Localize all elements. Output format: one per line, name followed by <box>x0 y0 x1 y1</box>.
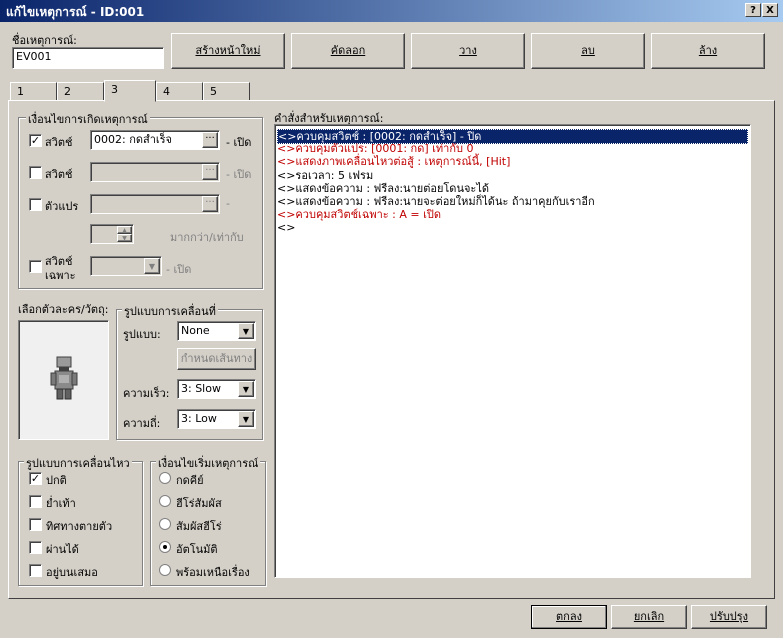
frequency-label: ความถี่: <box>123 417 161 430</box>
variable-suffix: - <box>226 197 230 210</box>
spinner-down-icon: ▼ <box>117 234 132 242</box>
clear-page-button[interactable]: ล้าง <box>651 33 765 69</box>
cancel-label: ยกเลิก <box>633 610 665 623</box>
command-line[interactable]: <>แสดงข้อความ : ฟรีลง:นายต่อยโดนจะได้ <box>277 182 489 195</box>
command-line[interactable]: <>ควบคุมสวิตช์เฉพาะ : A = เปิด <box>277 208 441 221</box>
trigger-radio[interactable] <box>159 541 171 553</box>
movement-type-label: รูปแบบ: <box>123 328 161 341</box>
switch1-field[interactable]: 0002: กดสำเร็จ <box>90 130 220 150</box>
option-label: ย่ำเท้า <box>46 497 76 510</box>
variable-browse-button: ··· <box>202 196 218 212</box>
self-switch-dropdown-icon: ▼ <box>144 258 160 274</box>
apply-button[interactable]: ปรับปรุง <box>691 605 767 629</box>
copy-page-label: คัดลอก <box>330 44 366 57</box>
variable-field <box>90 194 220 214</box>
self-switch-suffix: - เปิด <box>166 263 192 276</box>
switch2-suffix: - เปิด <box>226 168 252 181</box>
tab-2[interactable]: 2 <box>57 82 104 101</box>
event-name-input[interactable]: EV001 <box>12 47 164 69</box>
movement-legend: รูปแบบการเคลื่อนที่ <box>122 302 218 320</box>
trigger-radio[interactable] <box>159 495 171 507</box>
speed-label: ความเร็ว: <box>123 387 170 400</box>
command-line[interactable]: <>แสดงข้อความ : ฟรีลง:นายจะต่อยใหม่ก็ได้… <box>277 195 595 208</box>
delete-page-label: ลบ <box>581 44 595 57</box>
switch1-browse-button[interactable]: ··· <box>202 132 218 148</box>
armored-character-icon <box>50 356 78 400</box>
tab-1[interactable]: 1 <box>10 82 57 101</box>
frequency-dropdown-icon[interactable]: ▼ <box>238 411 254 427</box>
ok-label: ตกลง <box>556 610 582 623</box>
switch2-browse-button: ··· <box>202 164 218 180</box>
option-checkbox[interactable]: ✓ <box>29 472 42 485</box>
switch2-label: สวิตช์ <box>45 168 73 181</box>
trigger-radio[interactable] <box>159 472 171 484</box>
option-label: ปกติ <box>46 474 67 487</box>
apply-label: ปรับปรุง <box>709 610 749 623</box>
options-legend: รูปแบบการเคลื่อนไหว <box>24 454 132 472</box>
clear-page-label: ล้าง <box>698 44 718 57</box>
switch2-checkbox[interactable] <box>29 166 42 179</box>
command-line[interactable]: <>แสดงภาพเคลื่อนไหวต่อสู้ : เหตุการณ์นี้… <box>277 155 510 168</box>
conditions-legend: เงื่อนไขการเกิดเหตุการณ์ <box>26 110 150 128</box>
ok-button[interactable]: ตกลง <box>531 605 607 629</box>
option-checkbox[interactable] <box>29 495 42 508</box>
switch1-label: สวิตช์ <box>45 136 73 149</box>
option-checkbox[interactable] <box>29 541 42 554</box>
copy-page-button[interactable]: คัดลอก <box>291 33 405 69</box>
trigger-label: สัมผัสฮีโร่ <box>176 520 222 533</box>
window-title: แก้ไขเหตุการณ์ - ID:001 <box>6 5 145 19</box>
tab-5[interactable]: 5 <box>203 82 250 101</box>
command-line[interactable]: <>ควบคุมตัวแปร: [0001: กด] เท่ากับ 0 <box>277 142 473 155</box>
tab-3[interactable]: 3 <box>104 80 156 102</box>
switch1-checkbox[interactable]: ✓ <box>29 134 42 147</box>
close-button[interactable]: X <box>762 3 778 17</box>
option-checkbox[interactable] <box>29 518 42 531</box>
graphic-label: เลือกตัวละคร/วัตถุ: <box>18 303 109 316</box>
variable-checkbox[interactable] <box>29 198 42 211</box>
option-label: ทิศทางตายตัว <box>46 520 113 533</box>
option-label: อยู่บนเสมอ <box>46 566 98 579</box>
paste-page-label: วาง <box>459 44 477 57</box>
trigger-label: อัตโนมัติ <box>176 543 218 556</box>
switch1-suffix: - เปิด <box>226 136 252 149</box>
option-label: ผ่านได้ <box>46 543 79 556</box>
delete-page-button[interactable]: ลบ <box>531 33 645 69</box>
command-line[interactable]: <> <box>277 221 295 234</box>
paste-page-button[interactable]: วาง <box>411 33 525 69</box>
self-switch-label-2: เฉพาะ <box>45 269 76 282</box>
variable-compare-label: มากกว่า/เท่ากับ <box>170 231 244 244</box>
trigger-radio[interactable] <box>159 518 171 530</box>
cancel-button[interactable]: ยกเลิก <box>611 605 687 629</box>
self-switch-checkbox[interactable] <box>29 260 42 273</box>
new-page-button[interactable]: สร้างหน้าใหม่ <box>171 33 285 69</box>
help-button[interactable]: ? <box>745 3 761 17</box>
commands-list[interactable]: <>ควบคุมสวิตช์ : [0002: กดสำเร็จ] - ปิด <… <box>274 124 751 578</box>
trigger-label: กดคีย์ <box>176 474 204 487</box>
trigger-label: ฮีโร่สัมผัส <box>176 497 222 510</box>
spinner-up-icon: ▲ <box>117 226 132 234</box>
movement-type-dropdown-icon[interactable]: ▼ <box>238 323 254 339</box>
new-page-label: สร้างหน้าใหม่ <box>195 44 261 57</box>
tab-4[interactable]: 4 <box>156 82 203 101</box>
switch2-field <box>90 162 220 182</box>
variable-label: ตัวแปร <box>45 200 79 213</box>
trigger-legend: เงื่อนไขเริ่มเหตุการณ์ <box>156 454 261 472</box>
option-checkbox[interactable] <box>29 564 42 577</box>
set-route-button: กำหนดเส้นทาง <box>177 348 256 370</box>
trigger-label: พร้อมเหนือเรื่อง <box>176 566 250 579</box>
command-line[interactable]: <>รอเวลา: 5 เฟรม <box>277 169 373 182</box>
trigger-radio[interactable] <box>159 564 171 576</box>
speed-dropdown-icon[interactable]: ▼ <box>238 381 254 397</box>
character-graphic[interactable] <box>18 320 109 440</box>
